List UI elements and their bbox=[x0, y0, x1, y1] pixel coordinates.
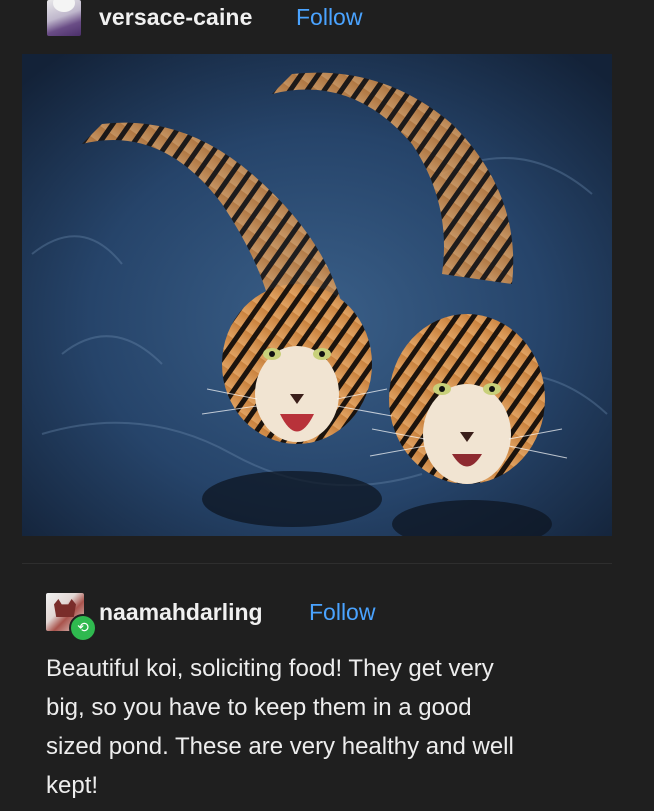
reblog-icon: ⟲ bbox=[69, 614, 97, 642]
avatar-image bbox=[53, 0, 75, 12]
post-body-line: sized pond. These are very healthy and w… bbox=[46, 733, 514, 760]
username-link[interactable]: naamahdarling bbox=[99, 599, 263, 626]
follow-button[interactable]: Follow bbox=[309, 599, 375, 626]
post-header: versace-caine Follow bbox=[0, 0, 654, 40]
post-image[interactable] bbox=[22, 54, 612, 536]
avatar[interactable] bbox=[47, 0, 81, 36]
post-body-line: kept! bbox=[46, 772, 99, 799]
post-body-line: Beautiful koi, soliciting food! They get… bbox=[46, 655, 494, 682]
post-divider bbox=[22, 563, 612, 564]
post-body-line: big, so you have to keep them in a good bbox=[46, 694, 472, 721]
avatar-image bbox=[54, 599, 76, 617]
post-body: Beautiful koi, soliciting food! They get… bbox=[46, 649, 566, 805]
tigers-swimming-image bbox=[22, 54, 612, 536]
follow-button[interactable]: Follow bbox=[296, 4, 362, 31]
username-link[interactable]: versace-caine bbox=[99, 4, 252, 31]
